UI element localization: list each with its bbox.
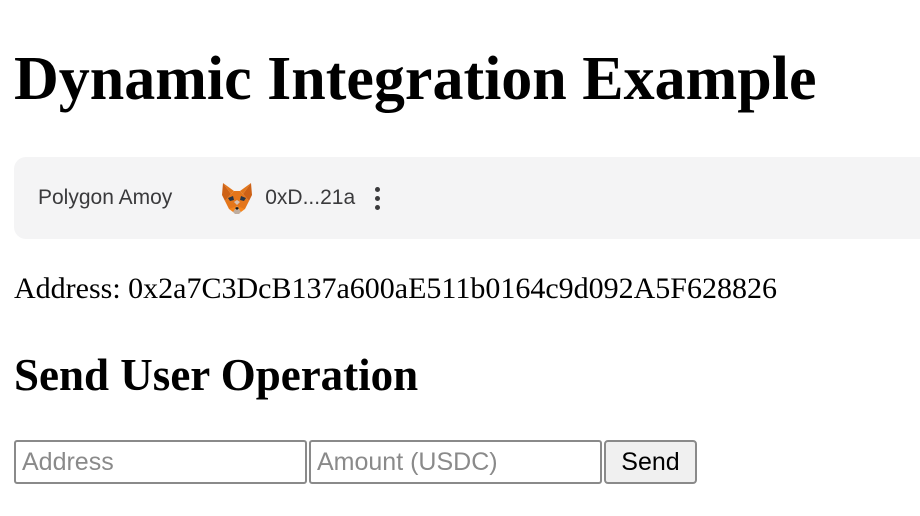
account-address: 0xD...21a: [265, 186, 356, 209]
network-selector[interactable]: Polygon Amoy: [38, 185, 172, 211]
recipient-address-input[interactable]: [14, 440, 307, 484]
send-form: Send: [14, 440, 697, 484]
account-chip[interactable]: 0xD...21a: [220, 181, 355, 215]
kebab-dot: [374, 204, 380, 210]
page-title: Dynamic Integration Example: [14, 45, 817, 113]
wallet-widget: Polygon Amoy 0xD...21a: [14, 157, 920, 239]
amount-input[interactable]: [309, 440, 602, 484]
send-section-title: Send User Operation: [14, 350, 419, 400]
kebab-dot: [374, 195, 380, 201]
metamask-fox-icon: [222, 183, 253, 214]
more-vertical-icon[interactable]: [369, 183, 385, 213]
wallet-address-text: Address: 0x2a7C3DcB137a600aE511b0164c9d0…: [14, 272, 777, 305]
kebab-dot: [374, 186, 380, 192]
send-button[interactable]: Send: [604, 440, 697, 484]
